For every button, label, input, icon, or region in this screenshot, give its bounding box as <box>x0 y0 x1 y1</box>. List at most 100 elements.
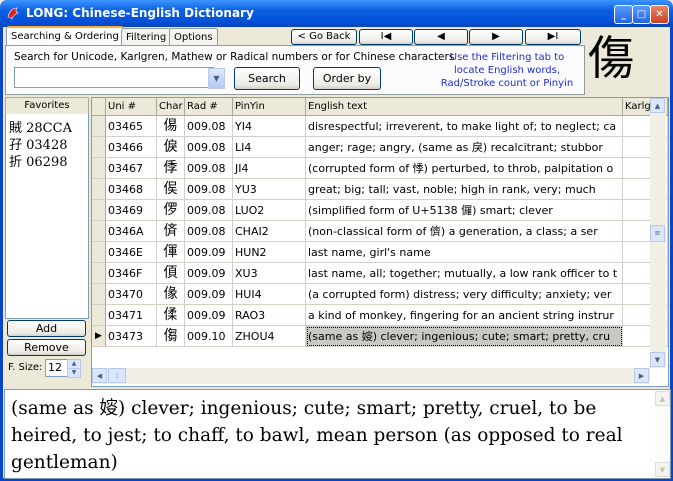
dictionary-grid[interactable]: Uni # Char Rad # PinYin English text Kar… <box>91 97 669 387</box>
scroll-left-icon[interactable]: ◀ <box>92 368 107 383</box>
cell-unicode[interactable]: 03469 <box>106 200 157 221</box>
minimize-icon[interactable]: _ <box>614 5 633 24</box>
table-row[interactable]: 0346F 㑯 009.09 XU3 last name, all; together;… <box>92 263 668 284</box>
spin-down-icon[interactable]: ▼ <box>67 368 81 378</box>
cell-pinyin[interactable]: HUI4 <box>233 284 306 305</box>
cell-radical[interactable]: 009.08 <box>185 200 233 221</box>
cell-pinyin[interactable]: ZHOU4 <box>233 326 306 347</box>
cell-pinyin[interactable]: YI4 <box>233 116 306 137</box>
column-header-rad[interactable]: Rad # <box>185 98 233 116</box>
cell-unicode[interactable]: 03466 <box>106 137 157 158</box>
cell-unicode[interactable]: 0346A <box>106 221 157 242</box>
tab-options[interactable]: Options <box>169 28 218 46</box>
cell-unicode[interactable]: 0346E <box>106 242 157 263</box>
column-header-english[interactable]: English text <box>306 98 623 116</box>
scroll-up-icon[interactable]: ▲ <box>650 98 665 113</box>
cell-unicode[interactable]: 03471 <box>106 305 157 326</box>
cell-char[interactable]: 㑪 <box>157 221 185 242</box>
order-by-button[interactable]: Order by <box>313 67 381 90</box>
table-row[interactable]: 03467 㑧 009.08 JI4 (corrupted form of 悸) per… <box>92 158 668 179</box>
table-row[interactable]: 03469 㑩 009.08 LUO2 (simplified form of U+51… <box>92 200 668 221</box>
cell-english[interactable]: last name, all; together; mutually, a lo… <box>306 263 623 284</box>
column-header-uni[interactable]: Uni # <box>106 98 157 116</box>
cell-radical[interactable]: 009.10 <box>185 326 233 347</box>
row-indicator[interactable] <box>92 137 106 158</box>
cell-unicode[interactable]: 0346F <box>106 263 157 284</box>
hscroll-thumb[interactable]: ⦙ <box>108 368 126 383</box>
row-indicator[interactable] <box>92 305 106 326</box>
scroll-down-icon[interactable]: ▼ <box>650 352 665 367</box>
dragon-app-icon[interactable] <box>6 6 20 20</box>
scroll-up-icon[interactable]: ▲ <box>655 391 670 406</box>
cell-english[interactable]: (corrupted form of 悸) perturbed, to thro… <box>306 158 623 179</box>
close-icon[interactable]: ✕ <box>650 5 669 24</box>
cell-radical[interactable]: 009.09 <box>185 242 233 263</box>
table-row[interactable]: 03468 㑨 009.08 YU3 great; big; tall; vast, n… <box>92 179 668 200</box>
first-record-button[interactable]: I◀ <box>359 29 413 45</box>
cell-unicode[interactable]: 03467 <box>106 158 157 179</box>
cell-radical[interactable]: 009.08 <box>185 221 233 242</box>
cell-english[interactable]: (a corrupted form) distress; very diffic… <box>306 284 623 305</box>
scroll-right-icon[interactable]: ▶ <box>634 368 649 383</box>
cell-pinyin[interactable]: XU3 <box>233 263 306 284</box>
cell-english[interactable]: (same as 㛮) clever; ingenious; cute; sma… <box>306 326 623 347</box>
scroll-down-icon[interactable]: ▼ <box>655 462 670 477</box>
cell-char[interactable]: 㑥 <box>157 116 185 137</box>
row-indicator[interactable] <box>92 116 106 137</box>
table-row[interactable]: ▶ 03473 㑳 009.10 ZHOU4 (same as 㛮) clever; in… <box>92 326 668 347</box>
row-indicator[interactable] <box>92 221 106 242</box>
cell-radical[interactable]: 009.08 <box>185 137 233 158</box>
cell-pinyin[interactable]: LI4 <box>233 137 306 158</box>
row-indicator[interactable] <box>92 158 106 179</box>
table-row[interactable]: 03470 㑰 009.09 HUI4 (a corrupted form) distr… <box>92 284 668 305</box>
cell-english[interactable]: (simplified form of U+5138 儸) smart; cle… <box>306 200 623 221</box>
cell-char[interactable]: 㑨 <box>157 179 185 200</box>
font-size-input[interactable]: 12 <box>45 359 69 377</box>
grid-vertical-scrollbar[interactable]: ▲ ≡ ▼ <box>650 98 666 368</box>
scroll-thumb[interactable]: ≡ <box>650 225 665 242</box>
cell-radical[interactable]: 009.08 <box>185 179 233 200</box>
table-row[interactable]: 03471 㑱 009.09 RAO3 a kind of monkey, finger… <box>92 305 668 326</box>
search-button[interactable]: Search <box>234 67 300 90</box>
cell-pinyin[interactable]: YU3 <box>233 179 306 200</box>
font-size-stepper[interactable]: ▲ ▼ <box>67 359 81 378</box>
cell-radical[interactable]: 009.09 <box>185 305 233 326</box>
cell-char[interactable]: 㑩 <box>157 200 185 221</box>
table-row[interactable]: 03466 㑦 009.08 LI4 anger; rage; angry, (same… <box>92 137 668 158</box>
cell-pinyin[interactable]: HUN2 <box>233 242 306 263</box>
definition-panel[interactable]: (same as 㛮) clever; ingenious; cute; sma… <box>4 389 671 479</box>
row-indicator[interactable] <box>92 200 106 221</box>
table-row[interactable]: 0346A 㑪 009.08 CHAI2 (non-classical form of … <box>92 221 668 242</box>
cell-char[interactable]: 㑰 <box>157 284 185 305</box>
tab-filtering[interactable]: Filtering <box>121 28 172 46</box>
cell-unicode[interactable]: 03468 <box>106 179 157 200</box>
favorites-list[interactable]: 賊 28CCA 孖 03428 折 06298 <box>5 114 89 319</box>
cell-english[interactable]: great; big; tall; vast, noble; high in r… <box>306 179 623 200</box>
cell-pinyin[interactable]: JI4 <box>233 158 306 179</box>
cell-pinyin[interactable]: LUO2 <box>233 200 306 221</box>
cell-char[interactable]: 㑧 <box>157 158 185 179</box>
cell-english[interactable]: disrespectful; irreverent, to make light… <box>306 116 623 137</box>
previous-record-button[interactable]: ◀ <box>414 29 468 45</box>
cell-unicode[interactable]: 03465 <box>106 116 157 137</box>
chevron-down-icon[interactable]: ▼ <box>208 68 225 89</box>
next-record-button[interactable]: ▶ <box>469 29 523 45</box>
add-favorite-button[interactable]: Add <box>7 320 86 337</box>
favorite-item[interactable]: 折 06298 <box>9 151 68 170</box>
cell-radical[interactable]: 009.08 <box>185 116 233 137</box>
cell-char[interactable]: 㑮 <box>157 242 185 263</box>
tab-searching-ordering[interactable]: Searching & Ordering <box>6 26 124 46</box>
cell-english[interactable]: (non-classical form of 儕) a generation, … <box>306 221 623 242</box>
row-indicator[interactable] <box>92 284 106 305</box>
cell-radical[interactable]: 009.09 <box>185 284 233 305</box>
cell-unicode[interactable]: 03473 <box>106 326 157 347</box>
cell-radical[interactable]: 009.08 <box>185 158 233 179</box>
column-header-pinyin[interactable]: PinYin <box>233 98 306 116</box>
definition-scrollbar[interactable]: ▲ ▼ <box>655 391 670 477</box>
cell-pinyin[interactable]: RAO3 <box>233 305 306 326</box>
row-indicator[interactable]: ▶ <box>92 326 106 347</box>
grid-horizontal-scrollbar[interactable]: ◀ ⦙ ▶ <box>92 368 650 384</box>
row-indicator[interactable] <box>92 179 106 200</box>
last-record-button[interactable]: ▶I <box>525 29 581 45</box>
row-indicator[interactable] <box>92 263 106 284</box>
